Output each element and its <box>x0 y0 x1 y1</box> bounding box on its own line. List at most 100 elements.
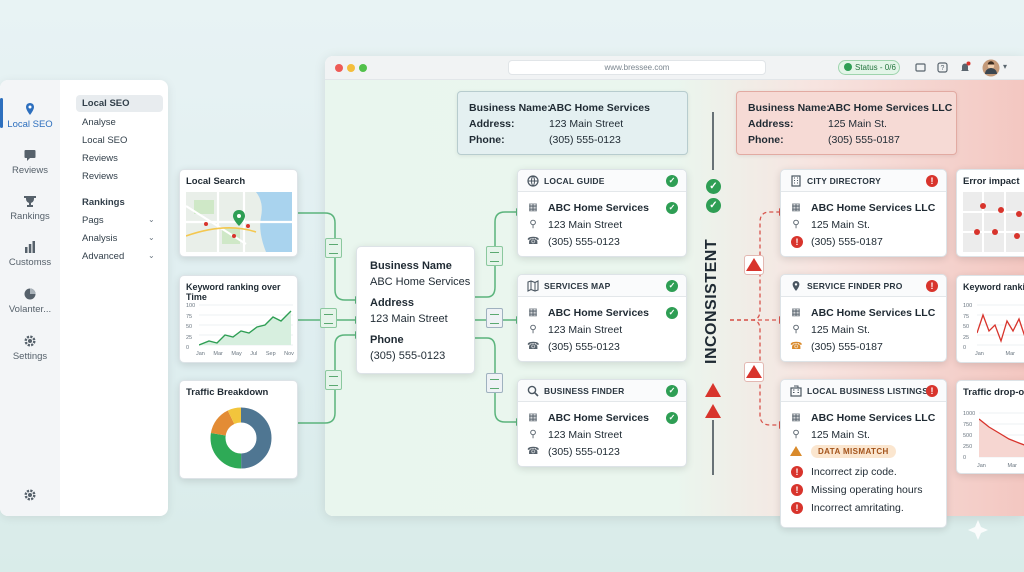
inconsistent-label: INCONSISTENT <box>703 238 720 364</box>
globe-icon <box>527 175 539 187</box>
business-name: ABC Home Services <box>548 307 649 319</box>
tick-label: Nov <box>284 351 294 357</box>
business-phone: (305) 555-0123 <box>549 134 621 146</box>
business-name: ABC Home Services <box>370 276 471 288</box>
business-address: 125 Main St. <box>811 324 870 336</box>
widget-title: Keyword ranking <box>963 282 1024 292</box>
tick-label: 0 <box>963 345 967 351</box>
error-impact-widget[interactable]: Error impact <box>956 169 1024 257</box>
field-label: Address <box>370 297 415 309</box>
y-axis-ticks: 100 75 50 25 0 <box>186 301 195 354</box>
local-search-widget[interactable]: Local Search <box>179 169 298 257</box>
tick-label: Jul <box>250 351 258 357</box>
error-icon: ! <box>791 466 803 478</box>
tick-label: Jan <box>977 463 986 469</box>
storefront-icon: ▦ <box>791 307 801 318</box>
business-name: ABC Home Services LLC <box>811 202 936 214</box>
card-title: CITY DIRECTORY <box>807 176 881 186</box>
card-title: SERVICES MAP <box>544 281 611 291</box>
listing-card-services-map[interactable]: SERVICES MAP ✓ ▦ ABC Home Services ✓ ⚲ 123 … <box>517 274 687 362</box>
tick-label: 25 <box>963 334 970 341</box>
storefront-icon: ▦ <box>528 307 538 318</box>
tick-label: Mar <box>1005 351 1015 357</box>
business-address: 125 Main St. <box>811 429 870 441</box>
tick-label: 50 <box>186 324 193 330</box>
listing-card-local-business-listings[interactable]: LOCAL BUSINESS LISTINGS ! ▦ ABC Home Serv… <box>780 379 947 528</box>
donut-chart <box>210 407 272 469</box>
card-title: LOCAL GUIDE <box>544 176 605 186</box>
inconsistent-info-banner: Business Name: ABC Home Services LLC Add… <box>736 91 957 155</box>
tick-label: 1000 <box>963 411 976 417</box>
location-pin-icon: ⚲ <box>792 219 800 230</box>
business-address: 123 Main Street <box>548 429 623 441</box>
keyword-ranking-right-widget[interactable]: Keyword ranking 100 75 50 25 0 Jan Mar <box>956 275 1024 363</box>
document-icon <box>320 308 337 328</box>
listing-card-service-finder-pro[interactable]: SERVICE FINDER PRO ! ▦ ABC Home Services … <box>780 274 947 362</box>
tick-label: Sep <box>265 351 276 357</box>
line-chart <box>199 304 293 346</box>
error-text: Missing operating hours <box>811 484 923 496</box>
location-pin-icon: ⚲ <box>529 429 537 440</box>
keyword-ranking-widget[interactable]: Keyword ranking over Time 100 75 50 25 0… <box>179 275 298 363</box>
building-icon <box>790 385 802 397</box>
tick-label: 750 <box>963 422 973 428</box>
check-circle-icon: ✓ <box>666 385 678 397</box>
card-header: LOCAL GUIDE ✓ <box>518 170 686 192</box>
phone-icon: ☎ <box>527 236 540 247</box>
field-label: Business Name <box>370 260 452 272</box>
error-icon: ! <box>791 236 803 248</box>
tick-label: 100 <box>963 303 973 309</box>
card-title: LOCAL BUSINESS LISTINGS <box>807 386 929 396</box>
x-axis-ticks: Jan Mar <box>975 351 1015 357</box>
tick-label: 75 <box>186 313 193 320</box>
check-circle-icon: ✓ <box>666 280 678 292</box>
traffic-breakdown-widget[interactable]: Traffic Breakdown <box>179 380 298 479</box>
document-icon <box>325 238 342 258</box>
card-title: BUSINESS FINDER <box>544 386 625 396</box>
search-icon <box>527 385 539 397</box>
tick-label: 500 <box>963 433 973 439</box>
map-thumbnail[interactable] <box>186 192 292 252</box>
location-pin-icon <box>792 281 800 291</box>
listing-card-city-directory[interactable]: CITY DIRECTORY ! ▦ ABC Home Services LLC … <box>780 169 947 257</box>
business-address: 123 Main Street <box>548 324 623 336</box>
tick-label: 250 <box>963 444 973 450</box>
business-address: 123 Main Street <box>548 219 623 231</box>
storefront-icon: ▦ <box>528 412 538 423</box>
tick-label: Mar <box>213 351 223 357</box>
business-name: ABC Home Services <box>548 412 649 424</box>
x-axis-ticks: Jan Mar <box>977 463 1017 469</box>
card-header: CITY DIRECTORY ! <box>781 170 946 192</box>
card-header: BUSINESS FINDER ✓ <box>518 380 686 402</box>
error-text: Incorrect amritating. <box>811 502 904 514</box>
card-header: SERVICE FINDER PRO ! <box>781 275 946 297</box>
error-icon: ! <box>926 175 938 187</box>
location-pin-icon: ⚲ <box>529 219 537 230</box>
source-business-card[interactable]: Business Name ABC Home Services Address … <box>356 246 475 374</box>
location-pin-icon: ⚲ <box>529 324 537 335</box>
document-icon <box>325 370 342 390</box>
listing-card-local-guide[interactable]: LOCAL GUIDE ✓ ▦ ABC Home Services ✓ ⚲ 123 M… <box>517 169 687 257</box>
listing-card-business-finder[interactable]: BUSINESS FINDER ✓ ▦ ABC Home Services ✓ ⚲ 1… <box>517 379 687 467</box>
business-address: 125 Main St. <box>828 118 887 130</box>
check-circle-icon: ✓ <box>666 307 678 319</box>
widget-title: Traffic drop-off <box>963 387 1024 398</box>
y-axis-ticks: 100 75 50 25 0 <box>963 301 972 354</box>
y-axis-ticks: 1000 750 500 250 0 <box>963 409 975 464</box>
business-phone: (305) 555-0187 <box>811 341 883 353</box>
business-phone: (305) 555-0123 <box>548 446 620 458</box>
area-chart <box>979 412 1024 458</box>
error-icon: ! <box>926 385 938 397</box>
storefront-icon: ▦ <box>791 202 801 213</box>
phone-icon: ☎ <box>527 446 540 457</box>
tick-label: 0 <box>963 455 967 461</box>
field-label: Phone: <box>469 134 505 146</box>
field-label: Business Name: <box>748 102 830 114</box>
field-label: Address: <box>469 118 515 130</box>
data-mismatch-badge: DATA MISMATCH <box>811 445 896 458</box>
traffic-drop-off-widget[interactable]: Traffic drop-off 1000 750 500 250 0 Jan … <box>956 380 1024 474</box>
business-name: ABC Home Services LLC <box>811 307 936 319</box>
business-phone: (305) 555-0123 <box>548 341 620 353</box>
card-title: SERVICE FINDER PRO <box>807 281 903 291</box>
check-circle-icon: ✓ <box>666 202 678 214</box>
